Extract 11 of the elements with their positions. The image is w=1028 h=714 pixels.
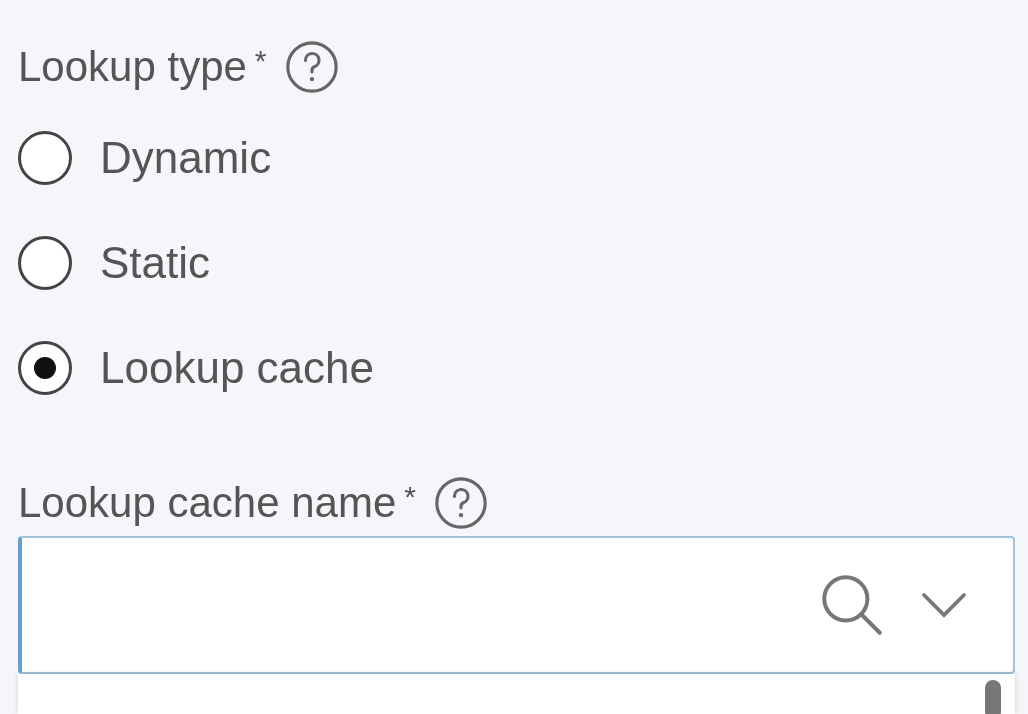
radio-label[interactable]: Static — [100, 241, 211, 285]
field-label: Lookup type * — [18, 46, 267, 88]
lookup-cache-field[interactable] — [18, 536, 1015, 674]
scrollbar-thumb[interactable] — [985, 680, 1001, 714]
radio-label[interactable]: Dynamic — [100, 136, 272, 180]
field-label: Lookup cache name * — [18, 482, 416, 524]
radio-button[interactable] — [18, 131, 72, 185]
radio-button[interactable] — [18, 341, 72, 395]
radio-label[interactable]: Lookup cache — [100, 346, 374, 390]
chevron-down-icon[interactable] — [919, 590, 969, 620]
radio-button[interactable] — [18, 236, 72, 290]
